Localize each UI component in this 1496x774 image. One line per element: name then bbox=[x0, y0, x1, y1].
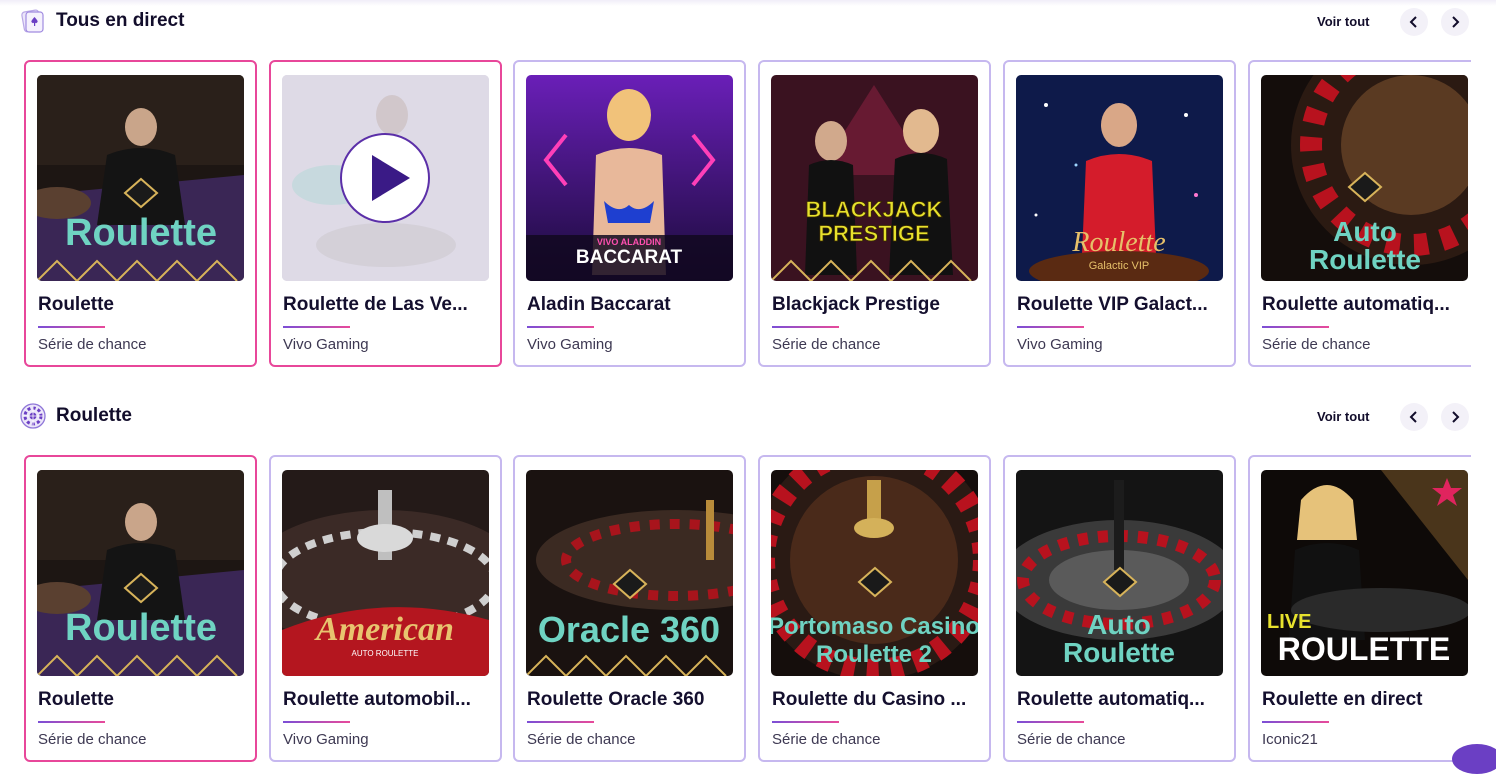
game-title: Roulette bbox=[38, 689, 114, 710]
next-button[interactable] bbox=[1441, 403, 1469, 431]
game-art-text: LIVE bbox=[1267, 611, 1311, 633]
next-button[interactable] bbox=[1441, 8, 1469, 36]
game-provider: Vivo Gaming bbox=[1017, 336, 1103, 353]
play-icon[interactable] bbox=[340, 133, 430, 223]
game-provider: Série de chance bbox=[38, 336, 147, 353]
game-title: Roulette automobil... bbox=[283, 689, 471, 710]
game-card[interactable]: Auto Roulette Roulette automatiq... Séri… bbox=[1248, 60, 1471, 367]
game-thumbnail[interactable]: LIVE ROULETTE bbox=[1261, 470, 1468, 676]
game-thumbnail[interactable] bbox=[282, 75, 489, 281]
game-art-text: Roulette bbox=[65, 607, 217, 649]
game-card[interactable]: Roulette Galactic VIP Roulette VIP Galac… bbox=[1003, 60, 1236, 367]
game-card[interactable]: American AUTO ROULETTE Roulette automobi… bbox=[269, 455, 502, 762]
game-art-text: Oracle 360 bbox=[538, 609, 720, 650]
game-art-text-2: PRESTIGE bbox=[818, 221, 929, 246]
game-title: Roulette automatiq... bbox=[1017, 689, 1205, 710]
game-art-text: Auto bbox=[1333, 216, 1397, 247]
game-thumbnail[interactable]: Roulette bbox=[37, 470, 244, 676]
game-thumbnail[interactable]: Roulette bbox=[37, 75, 244, 281]
game-provider: Série de chance bbox=[1017, 731, 1126, 748]
game-title: Roulette en direct bbox=[1262, 689, 1423, 710]
section-title: Tous en direct bbox=[56, 10, 185, 31]
game-thumbnail[interactable]: VIVO ALADDIN BACCARAT bbox=[526, 75, 733, 281]
section-header: Tous en direct Voir tout bbox=[0, 0, 1496, 40]
game-provider: Vivo Gaming bbox=[283, 731, 369, 748]
game-art-text: Roulette bbox=[65, 212, 217, 254]
see-all-link[interactable]: Voir tout bbox=[1317, 14, 1369, 29]
game-art-text-2: Roulette bbox=[1063, 637, 1175, 668]
game-thumbnail[interactable]: Roulette Galactic VIP bbox=[1016, 75, 1223, 281]
game-card[interactable]: Roulette Roulette Série de chance bbox=[24, 455, 257, 762]
chevron-left-icon bbox=[1409, 16, 1417, 28]
game-provider: Série de chance bbox=[38, 731, 147, 748]
title-underline bbox=[1017, 721, 1084, 723]
chevron-right-icon bbox=[1452, 16, 1460, 28]
game-thumbnail[interactable]: Oracle 360 bbox=[526, 470, 733, 676]
game-card[interactable]: BLACKJACK PRESTIGE Blackjack Prestige Sé… bbox=[758, 60, 991, 367]
chevron-right-icon bbox=[1452, 411, 1460, 423]
game-provider: Série de chance bbox=[772, 336, 881, 353]
game-art-text-2: Roulette 2 bbox=[816, 641, 932, 668]
game-art-text: Portomaso Casino bbox=[771, 613, 978, 640]
previous-button[interactable] bbox=[1400, 403, 1428, 431]
title-underline bbox=[772, 721, 839, 723]
game-art-text: American bbox=[314, 611, 454, 648]
game-thumbnail[interactable]: Portomaso Casino Roulette 2 bbox=[771, 470, 978, 676]
game-card[interactable]: VIVO ALADDIN BACCARAT Aladin Baccarat Vi… bbox=[513, 60, 746, 367]
section-header: Roulette Voir tout bbox=[0, 395, 1496, 435]
roulette-wheel-icon bbox=[20, 403, 46, 429]
title-underline bbox=[283, 721, 350, 723]
game-title: Roulette Oracle 360 bbox=[527, 689, 705, 710]
previous-button[interactable] bbox=[1400, 8, 1428, 36]
section-title: Roulette bbox=[56, 405, 132, 426]
game-thumbnail[interactable]: BLACKJACK PRESTIGE bbox=[771, 75, 978, 281]
game-provider: Vivo Gaming bbox=[527, 336, 613, 353]
title-underline bbox=[38, 721, 105, 723]
title-underline bbox=[283, 326, 350, 328]
chevron-left-icon bbox=[1409, 411, 1417, 423]
game-title: Blackjack Prestige bbox=[772, 294, 940, 315]
game-art-text: BACCARAT bbox=[576, 247, 683, 268]
title-underline bbox=[38, 326, 105, 328]
game-row: Roulette Roulette Série de chance Roulet… bbox=[24, 60, 1471, 370]
game-title: Roulette du Casino ... bbox=[772, 689, 967, 710]
game-card[interactable]: Roulette Roulette Série de chance bbox=[24, 60, 257, 367]
game-provider: Série de chance bbox=[1262, 336, 1371, 353]
title-underline bbox=[527, 721, 594, 723]
game-art-text: Roulette bbox=[1071, 227, 1165, 258]
game-art-text-2: Galactic VIP bbox=[1089, 260, 1150, 272]
game-art-text-2: ROULETTE bbox=[1278, 631, 1450, 667]
game-provider: Vivo Gaming bbox=[283, 336, 369, 353]
game-provider: Série de chance bbox=[527, 731, 636, 748]
chat-bubble-button[interactable] bbox=[1452, 744, 1496, 774]
title-underline bbox=[772, 326, 839, 328]
game-card[interactable]: Roulette de Las Ve... Vivo Gaming bbox=[269, 60, 502, 367]
game-title: Aladin Baccarat bbox=[527, 294, 671, 315]
game-title: Roulette bbox=[38, 294, 114, 315]
game-art-text: Auto bbox=[1087, 609, 1151, 640]
cards-icon bbox=[20, 8, 46, 34]
title-underline bbox=[1017, 326, 1084, 328]
title-underline bbox=[1262, 326, 1329, 328]
title-underline bbox=[1262, 721, 1329, 723]
game-thumbnail[interactable]: Auto Roulette bbox=[1016, 470, 1223, 676]
game-art-text: BLACKJACK bbox=[806, 197, 943, 222]
game-title: Roulette de Las Ve... bbox=[283, 294, 468, 315]
game-provider: Série de chance bbox=[772, 731, 881, 748]
see-all-link[interactable]: Voir tout bbox=[1317, 409, 1369, 424]
game-row: Roulette Roulette Série de chance Americ… bbox=[24, 455, 1471, 765]
game-thumbnail[interactable]: American AUTO ROULETTE bbox=[282, 470, 489, 676]
game-provider: Iconic21 bbox=[1262, 731, 1318, 748]
game-art-subtext: VIVO ALADDIN bbox=[597, 237, 661, 247]
game-thumbnail[interactable]: Auto Roulette bbox=[1261, 75, 1468, 281]
game-card[interactable]: LIVE ROULETTE Roulette en direct Iconic2… bbox=[1248, 455, 1471, 762]
game-card[interactable]: Portomaso Casino Roulette 2 Roulette du … bbox=[758, 455, 991, 762]
game-card[interactable]: Oracle 360 Roulette Oracle 360 Série de … bbox=[513, 455, 746, 762]
game-card[interactable]: Auto Roulette Roulette automatiq... Séri… bbox=[1003, 455, 1236, 762]
game-art-text-2: AUTO ROULETTE bbox=[352, 649, 419, 658]
title-underline bbox=[527, 326, 594, 328]
game-art-text-2: Roulette bbox=[1309, 244, 1421, 275]
game-title: Roulette automatiq... bbox=[1262, 294, 1450, 315]
game-title: Roulette VIP Galact... bbox=[1017, 294, 1208, 315]
